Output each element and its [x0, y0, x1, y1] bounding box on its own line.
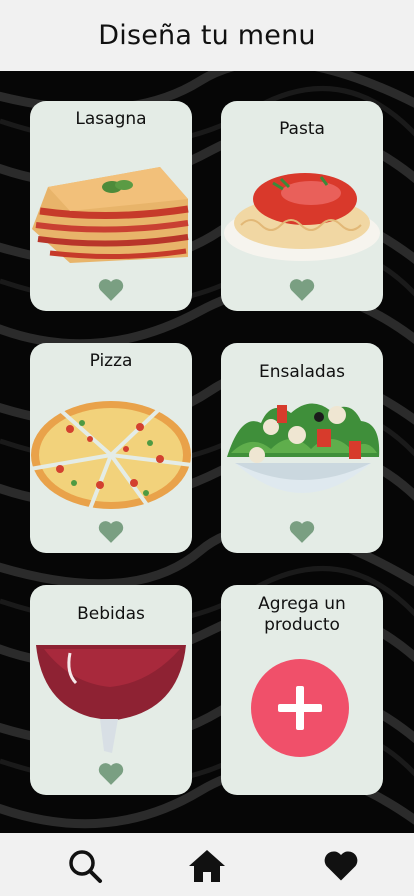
- card-label: Lasagna: [75, 109, 147, 129]
- favorite-heart-icon[interactable]: [98, 520, 124, 544]
- home-icon: [189, 850, 225, 882]
- page-title: Diseña tu menu: [98, 20, 316, 51]
- favorite-heart-icon[interactable]: [289, 520, 315, 544]
- card-label: Pasta: [279, 119, 325, 139]
- menu-card-bebidas[interactable]: Bebidas: [30, 585, 192, 795]
- favorite-heart-icon[interactable]: [98, 278, 124, 302]
- pizza-image: [30, 399, 192, 509]
- bottom-navigation: [0, 833, 414, 896]
- favorite-heart-icon[interactable]: [98, 762, 124, 786]
- favorite-heart-icon[interactable]: [289, 278, 315, 302]
- menu-card-pasta[interactable]: Pasta: [221, 101, 383, 311]
- menu-card-pizza[interactable]: Pizza: [30, 343, 192, 553]
- nav-search[interactable]: [65, 847, 105, 885]
- nav-home[interactable]: [187, 847, 227, 885]
- lasagna-image: [32, 167, 189, 263]
- add-product-card[interactable]: Agrega un producto: [221, 585, 383, 795]
- wine-image: [36, 645, 186, 753]
- pasta-image: [224, 173, 380, 261]
- nav-favorites[interactable]: [321, 847, 361, 885]
- heart-icon: [324, 851, 358, 881]
- card-label: Bebidas: [77, 604, 145, 624]
- salad-image: [227, 403, 380, 493]
- card-label: Ensaladas: [259, 362, 345, 382]
- card-label: Agrega un producto: [258, 594, 346, 635]
- add-product-button[interactable]: [251, 659, 349, 757]
- menu-card-ensaladas[interactable]: Ensaladas: [221, 343, 383, 553]
- app-header: Diseña tu menu: [0, 0, 414, 71]
- card-label: Pizza: [89, 351, 133, 371]
- search-icon: [69, 850, 102, 883]
- menu-card-lasagna[interactable]: Lasagna: [30, 101, 192, 311]
